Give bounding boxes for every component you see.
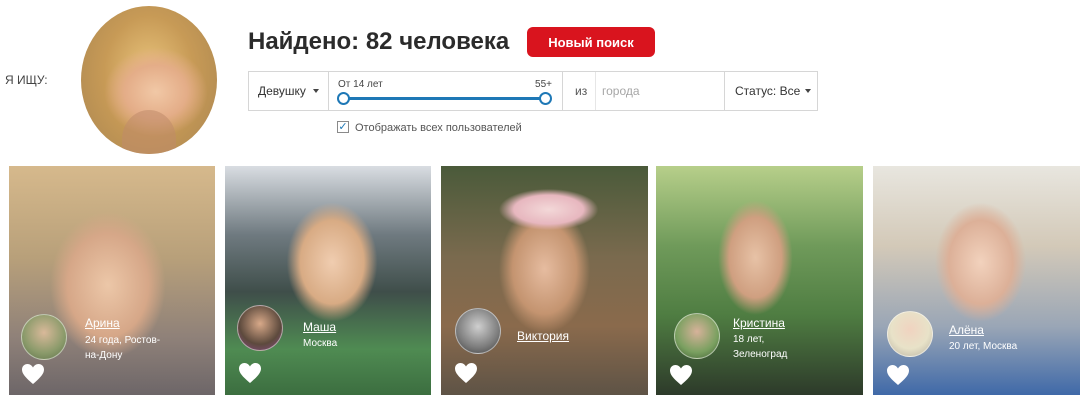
heart-icon[interactable] bbox=[21, 363, 45, 385]
city-input[interactable] bbox=[595, 72, 724, 110]
profile-card[interactable]: Кристина 18 лет, Зеленоград bbox=[656, 166, 863, 395]
age-max-label: 55+ bbox=[535, 79, 552, 90]
chevron-down-icon bbox=[313, 89, 319, 93]
age-max-handle[interactable] bbox=[539, 92, 552, 105]
profile-thumbnail[interactable] bbox=[455, 308, 501, 354]
age-min-label: От 14 лет bbox=[338, 79, 383, 90]
profile-thumbnail[interactable] bbox=[237, 305, 283, 351]
seeking-label: Я ИЩУ: bbox=[5, 73, 48, 87]
my-avatar[interactable] bbox=[81, 6, 217, 154]
profile-info: 24 года, Ростов-на-Дону bbox=[85, 333, 165, 363]
age-range-slider[interactable]: От 14 лет 55+ bbox=[329, 72, 563, 110]
chevron-down-icon bbox=[805, 89, 811, 93]
show-all-checkbox[interactable]: ✓ bbox=[337, 121, 349, 133]
profile-city: Зеленоград bbox=[733, 349, 788, 360]
profile-name-link[interactable]: Кристина bbox=[733, 316, 785, 330]
profile-card[interactable]: Арина 24 года, Ростов-на-Дону bbox=[9, 166, 215, 395]
profile-info: Москва bbox=[303, 336, 383, 351]
filter-bar: Девушку От 14 лет 55+ из Статус: Все bbox=[248, 71, 818, 111]
profile-age: 20 лет, bbox=[949, 341, 981, 352]
heart-icon[interactable] bbox=[454, 362, 478, 384]
heart-icon[interactable] bbox=[886, 364, 910, 386]
profile-age: 18 лет, bbox=[733, 334, 765, 345]
age-min-handle[interactable] bbox=[337, 92, 350, 105]
profile-name-link[interactable]: Алёна bbox=[949, 323, 984, 337]
gender-select-value: Девушку bbox=[258, 84, 306, 98]
heart-icon[interactable] bbox=[238, 362, 262, 384]
profile-info: 18 лет, Зеленоград bbox=[733, 332, 813, 362]
status-select[interactable]: Статус: Все bbox=[724, 72, 818, 110]
status-select-value: Статус: Все bbox=[735, 84, 801, 98]
results-title: Найдено: 82 человека bbox=[248, 28, 510, 55]
profile-name-link[interactable]: Виктория bbox=[517, 329, 569, 343]
profile-card[interactable]: Маша Москва bbox=[225, 166, 431, 395]
heart-icon[interactable] bbox=[669, 364, 693, 386]
profile-thumbnail[interactable] bbox=[21, 314, 67, 360]
profile-card[interactable]: Виктория bbox=[441, 166, 648, 395]
new-search-button[interactable]: Новый поиск bbox=[527, 27, 655, 57]
profile-age: 24 года, bbox=[85, 335, 122, 346]
profile-name-link[interactable]: Арина bbox=[85, 316, 120, 330]
gender-select[interactable]: Девушку bbox=[249, 72, 329, 110]
profile-name-link[interactable]: Маша bbox=[303, 320, 336, 334]
profile-thumbnail[interactable] bbox=[674, 313, 720, 359]
profile-city: Москва bbox=[303, 338, 338, 349]
profile-card[interactable]: Алёна 20 лет, Москва bbox=[873, 166, 1080, 395]
slider-track[interactable] bbox=[343, 97, 545, 100]
show-all-label: Отображать всех пользователей bbox=[355, 122, 522, 134]
profile-thumbnail[interactable] bbox=[887, 311, 933, 357]
checkmark-icon: ✓ bbox=[338, 121, 348, 133]
profile-info: 20 лет, Москва bbox=[949, 339, 1029, 354]
profile-city: Москва bbox=[983, 341, 1018, 352]
from-label: из bbox=[575, 84, 588, 98]
